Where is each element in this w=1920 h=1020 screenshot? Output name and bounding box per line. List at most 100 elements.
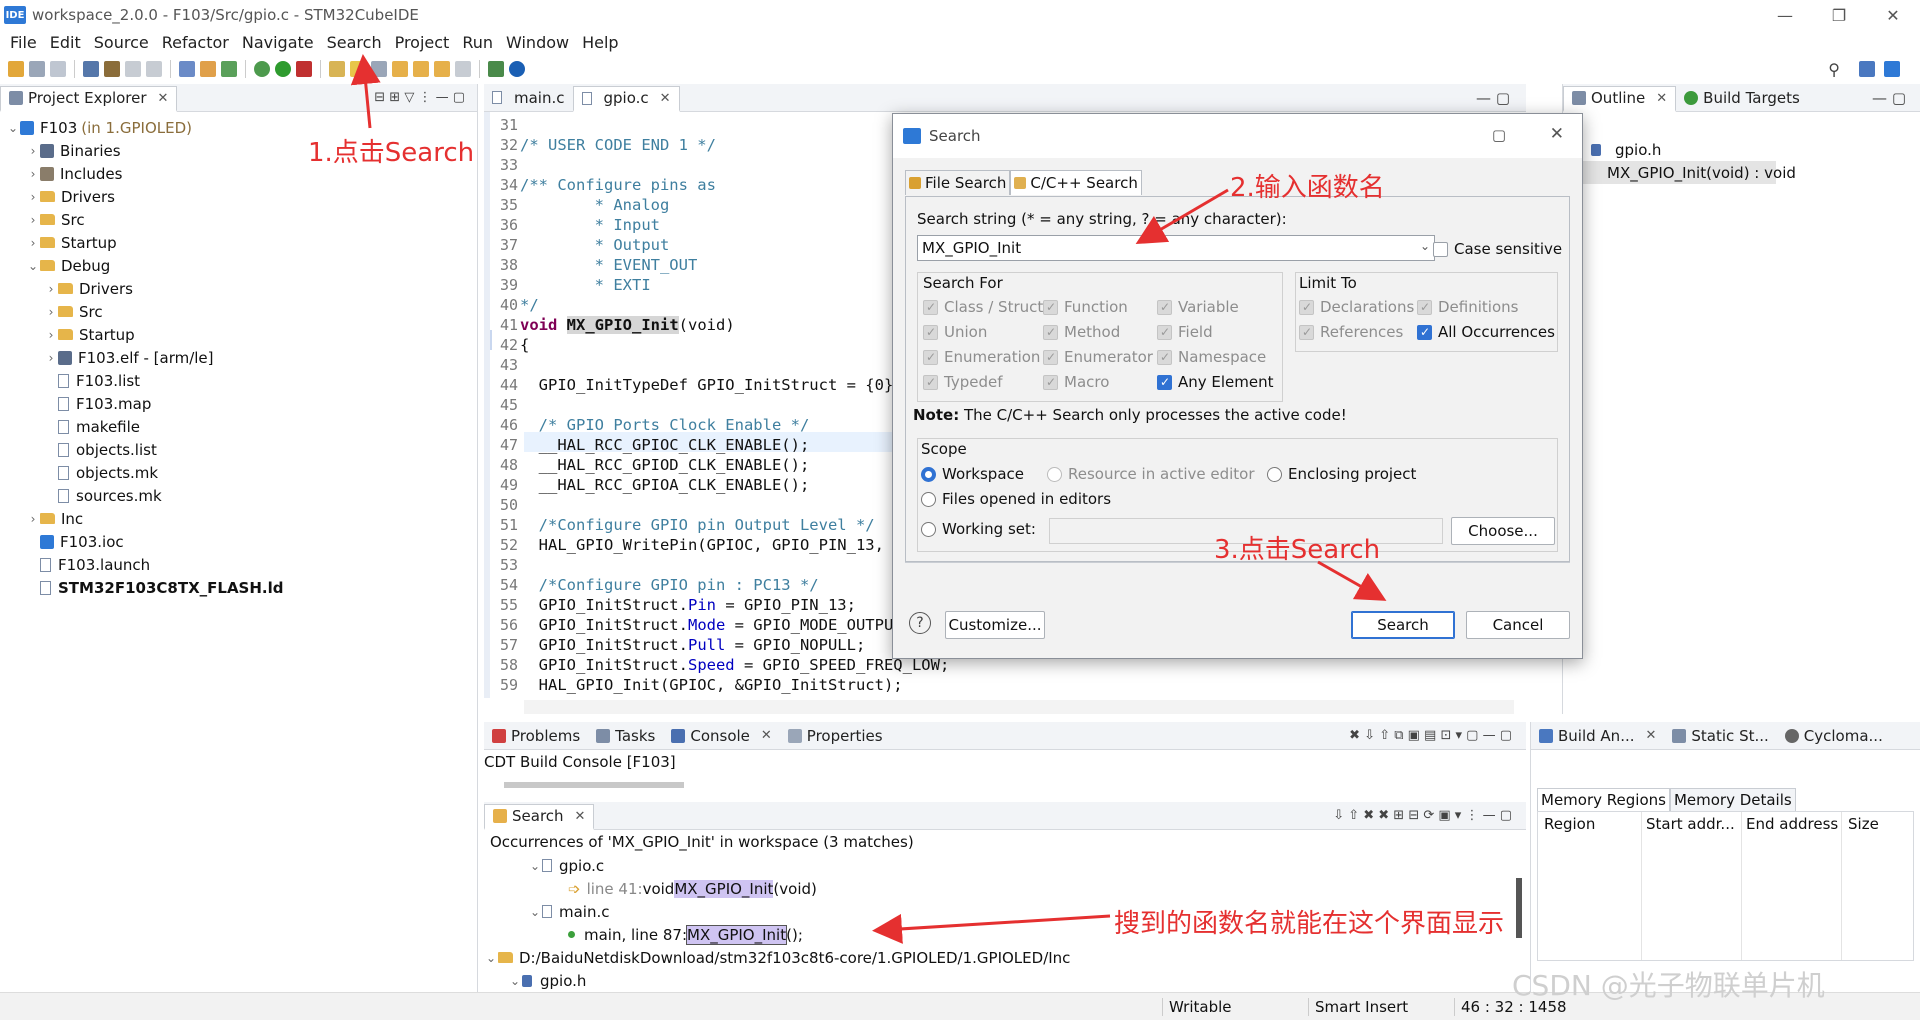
search-button[interactable]: Search: [1351, 611, 1455, 639]
save-icon[interactable]: [29, 61, 45, 77]
opt-method[interactable]: Method: [1043, 323, 1120, 341]
close-icon[interactable]: ✕: [1866, 0, 1920, 30]
undo-icon[interactable]: [125, 61, 141, 77]
minimize-icon[interactable]: —: [1758, 0, 1812, 30]
tree-item[interactable]: makefile: [6, 415, 477, 438]
back-icon[interactable]: [434, 61, 450, 77]
menu-search[interactable]: Search: [327, 33, 382, 52]
opt-union[interactable]: Union: [923, 323, 987, 341]
menu-navigate[interactable]: Navigate: [242, 33, 314, 52]
console-toolbar-icons[interactable]: ✖ ⇩ ⇧ ⧉ ▣ ▤ ⊡ ▾ ▢ — ▢: [1349, 728, 1512, 743]
opt-variable[interactable]: Variable: [1157, 298, 1239, 316]
result-match[interactable]: ➩ line 41: void MX_GPIO_Init (void): [484, 877, 1526, 900]
open-element-icon[interactable]: [200, 61, 216, 77]
tab-outline[interactable]: Outline ✕: [1563, 85, 1677, 112]
opt-declarations[interactable]: Declarations: [1299, 298, 1414, 316]
outline-item-function[interactable]: MX_GPIO_Init(void) : void: [1563, 161, 1796, 184]
tree-item[interactable]: › Drivers: [6, 277, 477, 300]
result-folder[interactable]: ⌄ D:/BaiduNetdiskDownload/stm32f103c8t6-c…: [484, 946, 1526, 969]
opt-function[interactable]: Function: [1043, 298, 1128, 316]
debug-icon[interactable]: [254, 61, 270, 77]
close-icon[interactable]: ✕: [575, 809, 586, 824]
result-file[interactable]: ⌄ gpio.h: [484, 969, 1526, 992]
maximize-icon[interactable]: ▢: [1492, 126, 1506, 144]
editor-hscrollbar[interactable]: [524, 700, 1514, 714]
editor-minmax-icons[interactable]: — ▢: [1476, 89, 1510, 107]
tree-item[interactable]: F103.map: [6, 392, 477, 415]
column-size[interactable]: Size: [1842, 812, 1885, 960]
tab-console[interactable]: Console ✕: [663, 723, 779, 749]
build-config-icon[interactable]: [83, 61, 99, 77]
tree-item[interactable]: › Src: [6, 300, 477, 323]
opt-enumeration[interactable]: Enumeration: [923, 348, 1040, 366]
open-perspective-icon[interactable]: [1859, 61, 1875, 77]
prev-annotation-icon[interactable]: [413, 61, 429, 77]
cpp-perspective-icon[interactable]: [1884, 61, 1900, 77]
opt-definitions[interactable]: Definitions: [1417, 298, 1518, 316]
tab-tasks[interactable]: Tasks: [588, 723, 663, 749]
tab-build-targets[interactable]: Build Targets: [1676, 85, 1808, 111]
tree-item[interactable]: sources.mk: [6, 484, 477, 507]
opt-enumerator[interactable]: Enumerator: [1043, 348, 1153, 366]
scope-opened-editors-radio[interactable]: Files opened in editors: [921, 490, 1111, 508]
search-scrollbar[interactable]: [1516, 878, 1522, 938]
case-sensitive-checkbox[interactable]: Case sensitive: [1433, 240, 1562, 258]
tab-main-c[interactable]: main.c: [484, 85, 573, 111]
cancel-button[interactable]: Cancel: [1466, 611, 1570, 639]
tree-item[interactable]: › Src: [6, 208, 477, 231]
tab-search[interactable]: Search ✕: [484, 803, 595, 830]
menu-run[interactable]: Run: [462, 33, 493, 52]
search-string-input[interactable]: MX_GPIO_Init ⌄: [917, 235, 1435, 261]
build-icon[interactable]: [104, 61, 120, 77]
info-icon[interactable]: [509, 61, 525, 77]
opt-macro[interactable]: Macro: [1043, 373, 1109, 391]
tab-cpp-search[interactable]: C/C++ Search: [1010, 170, 1142, 195]
tree-item[interactable]: › Startup: [6, 323, 477, 346]
close-icon[interactable]: ✕: [1550, 124, 1564, 144]
menu-source[interactable]: Source: [94, 33, 149, 52]
new-class-icon[interactable]: [221, 61, 237, 77]
column-start[interactable]: Start addr...: [1642, 812, 1742, 960]
choose-button[interactable]: Choose...: [1451, 517, 1555, 545]
menu-file[interactable]: File: [10, 33, 37, 52]
column-region[interactable]: Region: [1538, 812, 1642, 960]
external-tools-icon[interactable]: [296, 61, 312, 77]
toggle-highlight-icon[interactable]: [350, 61, 366, 77]
new-icon[interactable]: [8, 61, 24, 77]
tree-item[interactable]: › Inc: [6, 507, 477, 530]
opt-field[interactable]: Field: [1157, 323, 1213, 341]
tab-static-stack[interactable]: Static St...: [1664, 723, 1776, 749]
pin-editor-icon[interactable]: [488, 61, 504, 77]
outline-item-include[interactable]: gpio.h: [1563, 138, 1920, 161]
scope-active-editor-radio[interactable]: Resource in active editor: [1047, 465, 1255, 483]
menu-help[interactable]: Help: [582, 33, 618, 52]
tree-item[interactable]: STM32F103C8TX_FLASH.ld: [6, 576, 477, 599]
tree-item[interactable]: › Drivers: [6, 185, 477, 208]
close-icon[interactable]: ✕: [158, 91, 169, 106]
menu-window[interactable]: Window: [506, 33, 569, 52]
search-toolbar-icons[interactable]: ⇩ ⇧ ✖ ✖ ⊞ ⊟ ⟳ ▣ ▾ ⋮ — ▢: [1333, 808, 1512, 823]
tree-item[interactable]: objects.mk: [6, 461, 477, 484]
close-icon[interactable]: ✕: [1646, 728, 1657, 743]
tree-item[interactable]: F103.launch: [6, 553, 477, 576]
opt-any-element[interactable]: Any Element: [1157, 373, 1274, 391]
menu-edit[interactable]: Edit: [50, 33, 81, 52]
close-icon[interactable]: ✕: [660, 91, 671, 106]
tab-project-explorer[interactable]: Project Explorer ✕: [0, 85, 178, 112]
menu-refactor[interactable]: Refactor: [162, 33, 229, 52]
console-scrollbar[interactable]: [504, 782, 684, 788]
show-whitespace-icon[interactable]: [371, 61, 387, 77]
save-all-icon[interactable]: [50, 61, 66, 77]
tree-item[interactable]: ⌄ Debug: [6, 254, 477, 277]
outline-minmax-icons[interactable]: — ▢: [1872, 89, 1906, 107]
tab-gpio-c[interactable]: gpio.c ✕: [572, 85, 680, 112]
tab-cyclomatic[interactable]: Cycloma...: [1777, 723, 1891, 749]
opt-all-occurrences[interactable]: All Occurrences: [1417, 323, 1555, 341]
scope-workspace-radio[interactable]: Workspace: [921, 465, 1024, 483]
scope-working-set-radio[interactable]: Working set:: [921, 520, 1036, 538]
tree-item[interactable]: › Startup: [6, 231, 477, 254]
tree-item[interactable]: F103.ioc: [6, 530, 477, 553]
tree-item[interactable]: F103.list: [6, 369, 477, 392]
tree-item[interactable]: › F103.elf - [arm/le]: [6, 346, 477, 369]
tab-memory-details[interactable]: Memory Details: [1669, 788, 1796, 811]
